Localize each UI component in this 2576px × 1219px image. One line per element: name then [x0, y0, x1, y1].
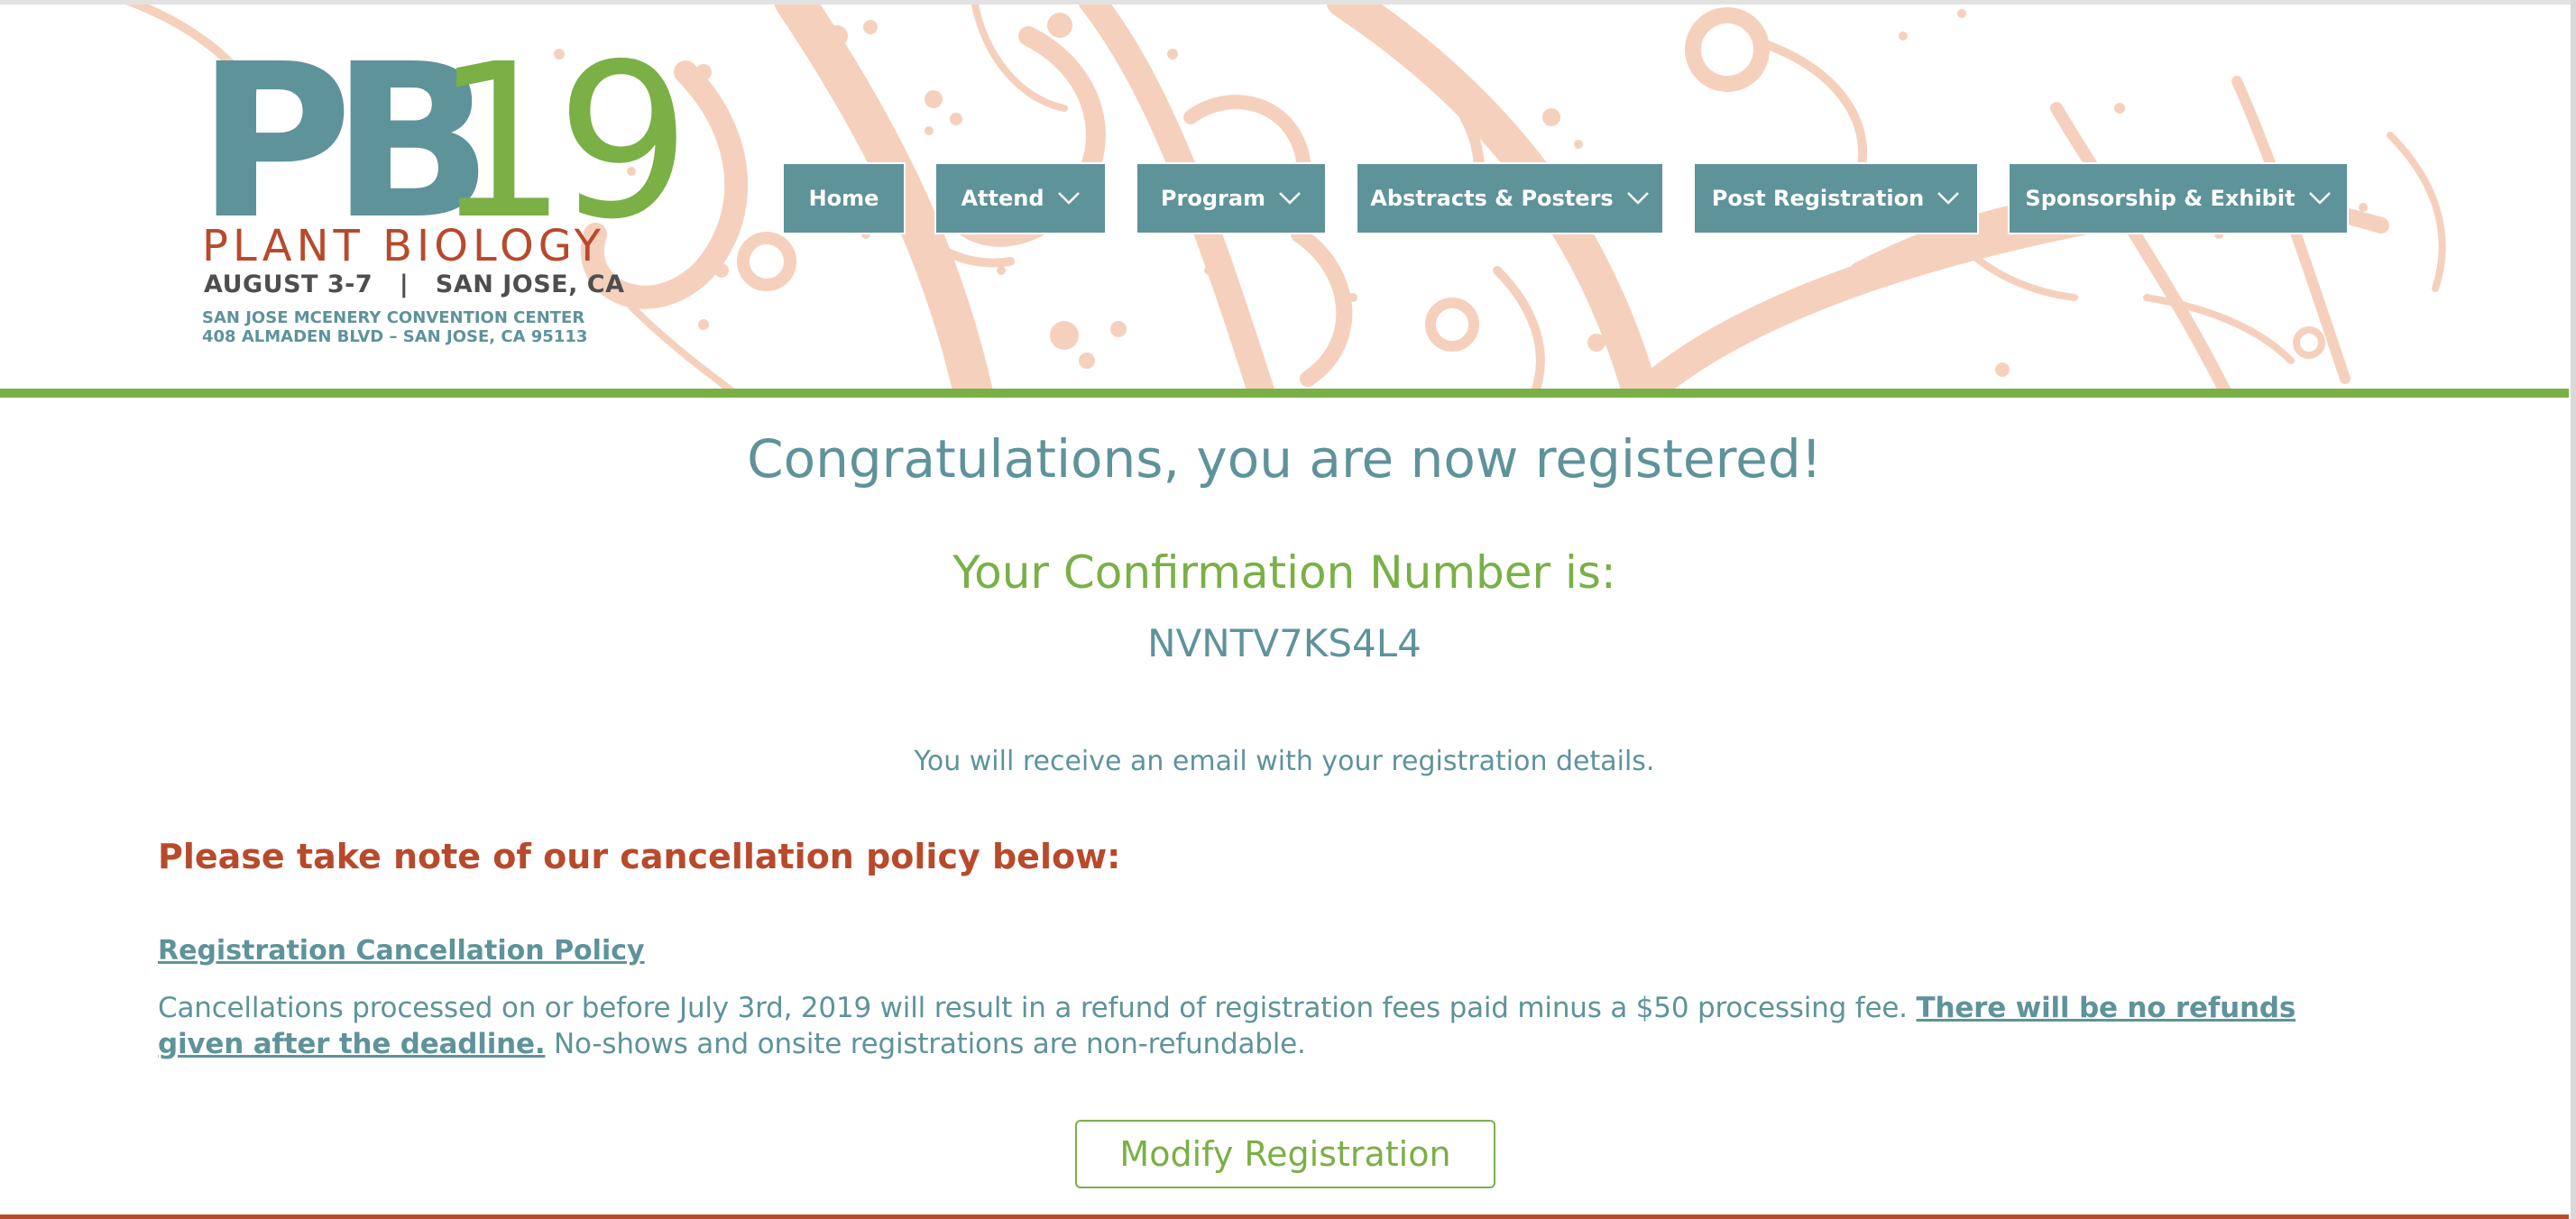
confirmation-number: NVNTV7KS4L4	[1147, 621, 1421, 665]
nav-item-sponsorship-exhibit[interactable]: Sponsorship & Exhibit	[2010, 164, 2347, 233]
pb19-logo[interactable]: PB 19 PLANT BIOLOGY AUGUST 3-7 | SAN JOS…	[189, 18, 691, 361]
nav-item-label: Sponsorship & Exhibit	[2025, 186, 2295, 211]
header-divider	[0, 389, 2569, 398]
footer-border	[0, 1214, 2569, 1219]
nav-item-program[interactable]: Program	[1137, 164, 1325, 233]
cancellation-policy-link[interactable]: Registration Cancellation Policy	[158, 935, 645, 967]
chevron-down-icon	[1937, 192, 1960, 205]
chevron-down-icon	[1626, 192, 1649, 205]
nav-item-home[interactable]: Home	[784, 164, 904, 233]
confirmation-label: Your Confirmation Number is:	[952, 546, 1616, 599]
cancellation-policy-text: Cancellations processed on or before Jul…	[158, 990, 2377, 1062]
policy-text-part-2: No-shows and onsite registrations are no…	[545, 1028, 1306, 1060]
logo-address: 408 ALMADEN BLVD – SAN JOSE, CA 95113	[202, 327, 588, 346]
site-header: PB 19 PLANT BIOLOGY AUGUST 3-7 | SAN JOS…	[0, 0, 2576, 397]
chevron-down-icon	[2308, 192, 2331, 205]
logo-number-text: 19	[433, 18, 691, 266]
page-title: Congratulations, you are now registered!	[747, 428, 1822, 490]
nav-item-label: Attend	[961, 186, 1044, 211]
chevron-down-icon	[1279, 192, 1301, 205]
chevron-down-icon	[1057, 192, 1080, 205]
logo-pb-text: PB	[197, 18, 493, 266]
logo-dates: AUGUST 3-7 | SAN JOSE, CA	[204, 270, 625, 298]
modify-registration-button[interactable]: Modify Registration	[1075, 1120, 1495, 1188]
registration-confirmation-page: PB 19 PLANT BIOLOGY AUGUST 3-7 | SAN JOS…	[0, 0, 2576, 1219]
header-top-border	[0, 0, 2576, 5]
nav-item-label: Abstracts & Posters	[1370, 186, 1614, 211]
nav-item-label: Home	[808, 186, 879, 211]
logo-venue: SAN JOSE MCENERY CONVENTION CENTER	[202, 308, 585, 327]
nav-item-abstracts-posters[interactable]: Abstracts & Posters	[1357, 164, 1662, 233]
nav-item-label: Program	[1160, 186, 1266, 211]
nav-item-post-registration[interactable]: Post Registration	[1695, 164, 1977, 233]
cancellation-policy-heading: Please take note of our cancellation pol…	[158, 837, 1121, 876]
policy-text-part-1: Cancellations processed on or before Jul…	[158, 992, 1917, 1024]
logo-subtitle: PLANT BIOLOGY	[202, 221, 605, 271]
confirmation-content: Congratulations, you are now registered!…	[0, 398, 2569, 1219]
email-notice: You will receive an email with your regi…	[914, 746, 1655, 777]
page-right-border	[2571, 0, 2576, 1219]
nav-item-label: Post Registration	[1711, 186, 1925, 211]
nav-item-attend[interactable]: Attend	[936, 164, 1105, 233]
